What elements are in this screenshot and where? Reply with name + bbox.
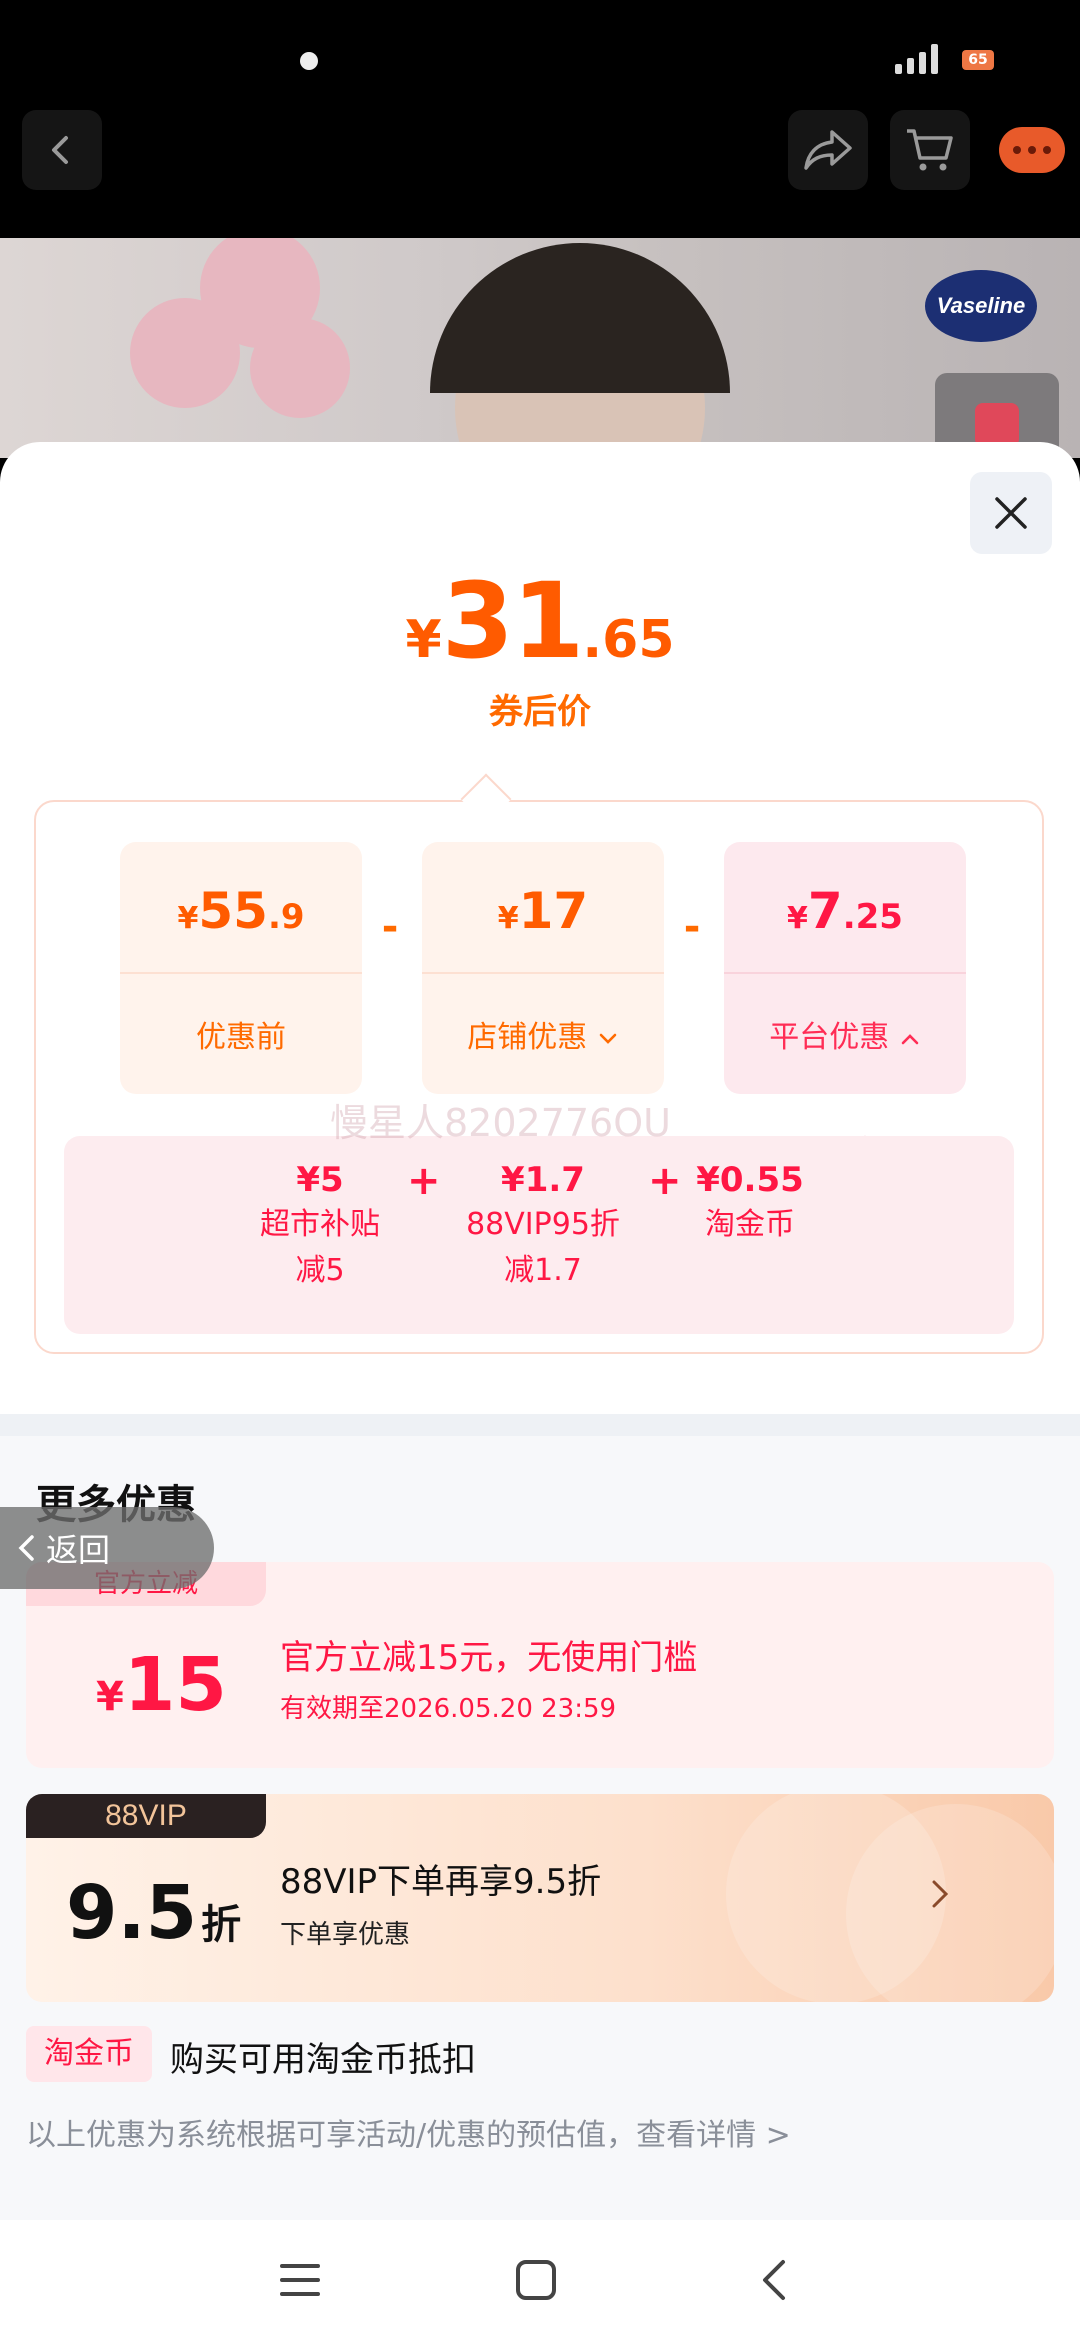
final-price-currency: ¥: [405, 610, 442, 670]
watermark: 慢星人8202776OU: [330, 1101, 671, 1145]
share-button[interactable]: [788, 110, 868, 190]
back-triangle-icon: [763, 2260, 785, 2300]
vip-coupon-tag: 88VIP: [26, 1794, 266, 1838]
vip-coupon-title: 88VIP下单再享9.5折: [280, 1862, 602, 1902]
official-coupon-title: 官方立减15元，无使用门槛: [280, 1638, 698, 1678]
original-price-card: ¥55.9 优惠前: [120, 842, 362, 1094]
vip-coupon-arrow[interactable]: [920, 1874, 960, 1914]
platform-item-desc: 减1.7: [504, 1253, 582, 1288]
original-integer: 55: [198, 882, 268, 940]
store-integer: 17: [518, 882, 589, 940]
platform-decimal: .25: [842, 897, 903, 937]
final-price: ¥31.65: [0, 560, 1080, 682]
final-price-integer: 31: [441, 560, 585, 682]
chevron-up-icon: [901, 1033, 919, 1044]
plus-sign: +: [407, 1158, 441, 1204]
chevron-left-icon: [18, 1535, 34, 1561]
final-price-decimal: .65: [582, 610, 675, 670]
chat-button[interactable]: [992, 110, 1072, 190]
platform-item: ¥5 超市补贴 减5: [230, 1160, 410, 1292]
coin-text: 购买可用淘金币抵扣: [170, 2040, 476, 2080]
system-nav-bar: [0, 2220, 1080, 2340]
platform-discount-label: 平台优惠: [769, 1020, 890, 1055]
official-coupon-amount: ¥15: [96, 1642, 227, 1728]
vip-coupon-discount: 9.5 折: [66, 1870, 241, 1956]
price-detail-sheet: ¥31.65 券后价 ¥55.9 优惠前 - ¥17 店铺优惠 - ¥7.25 …: [0, 442, 1080, 2340]
official-coupon-currency: ¥: [96, 1674, 124, 1720]
chevron-right-icon: [932, 1880, 949, 1908]
top-nav-bar: [0, 110, 1080, 238]
minus-sign: -: [683, 904, 701, 950]
platform-item-name: 88VIP95折: [466, 1207, 620, 1242]
platform-item-name: 超市补贴: [260, 1207, 380, 1242]
back-button[interactable]: [22, 110, 102, 190]
close-button[interactable]: [970, 472, 1052, 554]
official-coupon-validity: 有效期至2026.05.20 23:59: [280, 1694, 617, 1724]
vip-discount-value: 9.5: [66, 1870, 198, 1956]
platform-discount-card[interactable]: ¥7.25 平台优惠: [724, 842, 966, 1094]
footnote-link[interactable]: 以上优惠为系统根据可享活动/优惠的预估值，查看详情 >: [26, 2110, 791, 2154]
back-float-button[interactable]: 返回: [0, 1507, 214, 1589]
platform-item-amount: ¥5: [296, 1160, 344, 1200]
final-price-label: 券后价: [489, 692, 591, 732]
close-icon: [995, 497, 1027, 529]
status-bar: 65: [0, 0, 1080, 110]
section-divider: [0, 1414, 1080, 1436]
original-currency: ¥: [177, 901, 199, 936]
platform-item-desc: 减5: [295, 1253, 345, 1288]
notification-icon: [300, 52, 318, 70]
platform-currency: ¥: [787, 901, 808, 936]
home-icon: [516, 2260, 556, 2300]
home-button[interactable]: [506, 2250, 566, 2310]
platform-item-amount: ¥0.55: [696, 1160, 804, 1200]
platform-item-amount: ¥1.7: [501, 1160, 585, 1200]
official-coupon-value: 15: [123, 1642, 227, 1728]
vip-discount-unit: 折: [201, 1902, 242, 1948]
plus-sign: +: [648, 1158, 682, 1204]
platform-item: ¥1.7 88VIP95折 减1.7: [448, 1160, 638, 1292]
minus-sign: -: [381, 904, 399, 950]
signal-icon: [895, 44, 938, 74]
chat-icon: [999, 127, 1065, 173]
share-icon: [804, 130, 852, 170]
store-discount-label: 店铺优惠: [467, 1020, 588, 1055]
product-image[interactable]: Vaseline: [0, 238, 1080, 458]
platform-item: ¥0.55 淘金币: [680, 1160, 820, 1250]
store-currency: ¥: [497, 901, 519, 936]
battery-icon: 65: [962, 50, 994, 70]
cart-button[interactable]: [890, 110, 970, 190]
vip-coupon-subtitle: 下单享优惠: [280, 1920, 411, 1950]
chevron-down-icon: [599, 1033, 617, 1044]
store-discount-card[interactable]: ¥17 店铺优惠: [422, 842, 664, 1094]
original-decimal: .9: [267, 897, 305, 937]
chart-icon: [975, 403, 1019, 447]
back-arrow-icon: [52, 136, 68, 164]
system-back-button[interactable]: [744, 2250, 804, 2310]
back-float-label: 返回: [46, 1531, 111, 1569]
coin-tag: 淘金币: [26, 2026, 152, 2082]
menu-icon: [280, 2264, 320, 2296]
original-price-label: 优惠前: [196, 1020, 286, 1055]
brand-logo: Vaseline: [925, 270, 1037, 342]
platform-item-name: 淘金币: [705, 1207, 795, 1242]
platform-integer: 7: [807, 882, 843, 940]
cart-icon: [907, 129, 953, 171]
menu-button[interactable]: [270, 2250, 330, 2310]
